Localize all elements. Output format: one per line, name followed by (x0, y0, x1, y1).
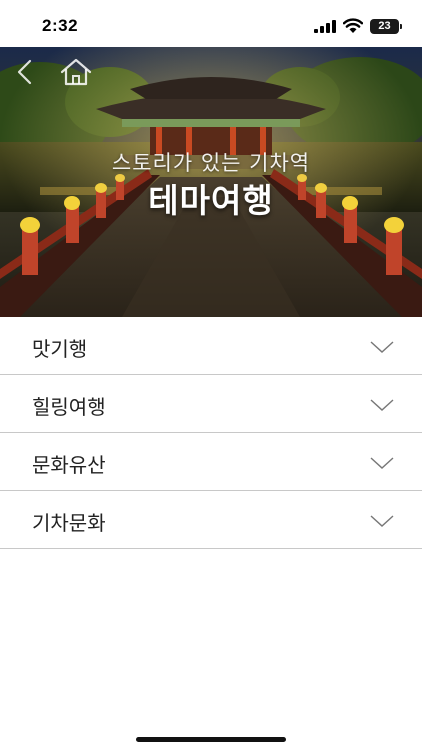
status-bar: 2:32 23 (0, 0, 422, 47)
chevron-down-icon (370, 399, 394, 411)
hero-banner: 스토리가 있는 기차역 테마여행 (0, 47, 422, 317)
battery-icon: 23 (370, 19, 399, 34)
chevron-down-icon (370, 341, 394, 353)
wifi-icon (343, 18, 363, 33)
theme-travel-menu: 맛기행 힐링여행 문화유산 기차문화 (0, 317, 422, 549)
hero-title: 테마여행 (148, 181, 274, 220)
home-icon (60, 58, 92, 86)
menu-item-train-culture[interactable]: 기차문화 (0, 491, 422, 549)
home-indicator[interactable] (136, 737, 286, 742)
signal-icon (314, 20, 336, 33)
menu-item-food-trip[interactable]: 맛기행 (0, 317, 422, 375)
menu-item-label: 문화유산 (32, 453, 106, 477)
hero-subtitle: 스토리가 있는 기차역 (111, 151, 311, 175)
menu-item-label: 힐링여행 (32, 395, 106, 419)
status-time: 2:32 (42, 16, 79, 35)
menu-item-label: 기차문화 (32, 511, 106, 535)
battery-level: 23 (378, 20, 391, 32)
menu-item-label: 맛기행 (32, 337, 88, 361)
chevron-down-icon (370, 457, 394, 469)
battery-cap (400, 24, 402, 29)
back-arrow-icon (17, 59, 32, 85)
home-button[interactable] (58, 55, 94, 89)
back-button[interactable] (10, 55, 40, 89)
chevron-down-icon (370, 515, 394, 527)
menu-item-cultural-heritage[interactable]: 문화유산 (0, 433, 422, 491)
menu-item-healing-trip[interactable]: 힐링여행 (0, 375, 422, 433)
